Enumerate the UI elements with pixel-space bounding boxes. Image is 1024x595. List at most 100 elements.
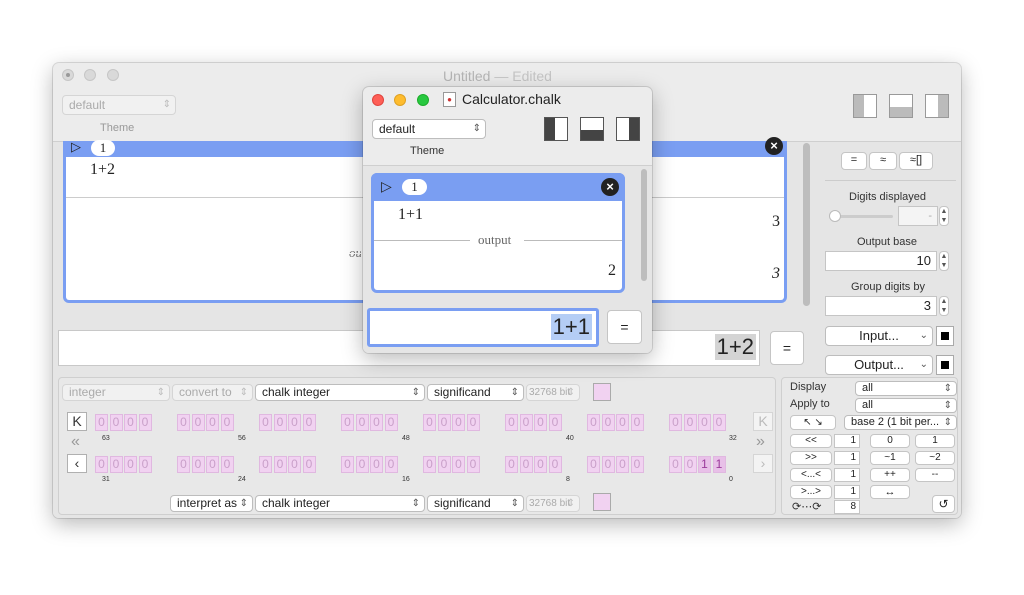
bit-cell[interactable]: 0: [534, 456, 547, 473]
cell-header[interactable]: ▷ 1 ×: [371, 173, 625, 201]
bit-cell[interactable]: 0: [177, 414, 190, 431]
type-popup[interactable]: integer ⇕: [62, 384, 170, 401]
interpret-part-popup[interactable]: significand ⇕: [427, 495, 524, 512]
bit-cell[interactable]: 0: [124, 414, 137, 431]
bit-cell[interactable]: 0: [505, 456, 518, 473]
bit-cell[interactable]: 0: [683, 414, 697, 431]
bit-cell[interactable]: 0: [683, 456, 697, 473]
bit-cell[interactable]: 0: [630, 414, 644, 431]
roll-right-button[interactable]: >...>: [790, 485, 832, 499]
shift-right-button[interactable]: >>: [790, 451, 832, 465]
bit-cell[interactable]: 0: [423, 414, 436, 431]
bit-cell[interactable]: 0: [109, 456, 123, 473]
bits-color-well[interactable]: [593, 383, 611, 401]
bit-cell[interactable]: 0: [138, 456, 152, 473]
evaluate-button[interactable]: =: [607, 310, 642, 344]
bit-cell[interactable]: 0: [288, 414, 301, 431]
bit-cell[interactable]: 0: [273, 414, 287, 431]
bit-cell[interactable]: 0: [138, 414, 152, 431]
expand-arrows-button[interactable]: ↖ ↘: [790, 415, 836, 430]
part-popup[interactable]: significand ⇕: [427, 384, 524, 401]
bit-cell[interactable]: 0: [220, 414, 234, 431]
bit-cell[interactable]: 0: [437, 414, 451, 431]
digits-displayed-field[interactable]: -: [898, 206, 938, 226]
roll-right-amount[interactable]: 1: [834, 485, 860, 499]
bit-cell[interactable]: 0: [601, 456, 615, 473]
bit-cell[interactable]: 0: [548, 414, 562, 431]
last-word-button[interactable]: K: [753, 412, 773, 431]
input-popup[interactable]: Input... ⌄: [825, 326, 933, 346]
bit-cell[interactable]: 0: [124, 456, 137, 473]
bit-cell[interactable]: 0: [505, 414, 518, 431]
digits-stepper[interactable]: ▲ ▼: [939, 206, 949, 226]
bit-cell[interactable]: 0: [712, 414, 726, 431]
bit-cell[interactable]: 0: [384, 414, 398, 431]
expression-input[interactable]: 1+1: [367, 308, 599, 347]
increment-button[interactable]: ++: [870, 468, 910, 482]
bit-cell[interactable]: 0: [370, 414, 383, 431]
bit-cell[interactable]: 0: [220, 456, 234, 473]
theme-popup[interactable]: default ⇕: [62, 95, 176, 115]
reset-button[interactable]: ↺: [932, 495, 955, 513]
cell-scrollbar[interactable]: [803, 143, 810, 306]
bit-cell[interactable]: 0: [384, 456, 398, 473]
calc-scrollbar[interactable]: [641, 169, 647, 281]
theme-popup[interactable]: default ⇕: [372, 119, 486, 139]
bit-cell[interactable]: 0: [616, 456, 629, 473]
mode-exact-button[interactable]: =: [841, 152, 867, 170]
digits-slider-knob[interactable]: [829, 210, 841, 222]
close-button[interactable]: [62, 69, 74, 81]
bottom-panel-layout-icon[interactable]: [889, 94, 913, 118]
previous-word-button[interactable]: ‹: [67, 454, 87, 473]
complement-one-button[interactable]: ~1: [870, 451, 910, 465]
bit-cell[interactable]: 0: [177, 456, 190, 473]
close-button[interactable]: [372, 94, 384, 106]
apply-to-popup[interactable]: all ⇕: [855, 398, 957, 413]
page-up-icon[interactable]: «: [71, 433, 80, 451]
bit-cell[interactable]: 0: [669, 414, 682, 431]
bit-cell[interactable]: 0: [616, 414, 629, 431]
bit-cell[interactable]: 0: [273, 456, 287, 473]
rotate-icon[interactable]: ⟳⋯⟳: [792, 500, 821, 513]
mode-interval-button[interactable]: ≈[]: [899, 152, 933, 170]
bit-cell[interactable]: 0: [302, 414, 316, 431]
set-zero-button[interactable]: 0: [870, 434, 910, 448]
shift-right-amount[interactable]: 1: [834, 451, 860, 465]
kind-popup[interactable]: chalk integer ⇕: [255, 384, 425, 401]
left-sidebar-layout-icon[interactable]: [853, 94, 877, 118]
run-triangle-icon[interactable]: ▷: [71, 139, 81, 155]
bit-cell[interactable]: 0: [466, 456, 480, 473]
roll-left-button[interactable]: <...<: [790, 468, 832, 482]
interpret-bits-field[interactable]: 32768 bit ⇕: [526, 495, 580, 512]
bit-cell[interactable]: 0: [206, 456, 219, 473]
bit-cell[interactable]: 0: [206, 414, 219, 431]
left-sidebar-layout-icon[interactable]: [544, 117, 568, 141]
bit-cell[interactable]: 0: [341, 414, 354, 431]
bit-cell[interactable]: 0: [423, 456, 436, 473]
next-word-button[interactable]: ›: [753, 454, 773, 473]
bit-cell[interactable]: 0: [191, 456, 205, 473]
bit-cell[interactable]: 0: [452, 456, 465, 473]
right-sidebar-layout-icon[interactable]: [616, 117, 640, 141]
page-down-icon[interactable]: »: [756, 433, 765, 451]
bits-count-field[interactable]: 32768 bit ⇕: [526, 384, 580, 401]
bit-cell[interactable]: 1: [698, 456, 711, 473]
output-base-field[interactable]: 10: [825, 251, 937, 271]
bottom-panel-layout-icon[interactable]: [580, 117, 604, 141]
bit-cell[interactable]: 0: [669, 456, 682, 473]
bit-cell[interactable]: 0: [95, 414, 108, 431]
bit-cell[interactable]: 0: [355, 414, 369, 431]
bit-cell[interactable]: 0: [698, 414, 711, 431]
bit-cell[interactable]: 0: [302, 456, 316, 473]
mode-approx-button[interactable]: ≈: [869, 152, 897, 170]
bit-cell[interactable]: 0: [288, 456, 301, 473]
bit-cell[interactable]: 0: [370, 456, 383, 473]
decrement-button[interactable]: --: [915, 468, 955, 482]
output-popup[interactable]: Output... ⌄: [825, 355, 933, 375]
bit-cell[interactable]: 0: [466, 414, 480, 431]
bit-cell[interactable]: 0: [548, 456, 562, 473]
bit-cell[interactable]: 0: [601, 414, 615, 431]
display-popup[interactable]: all ⇕: [855, 381, 957, 396]
zoom-button[interactable]: [107, 69, 119, 81]
group-digits-field[interactable]: 3: [825, 296, 937, 316]
